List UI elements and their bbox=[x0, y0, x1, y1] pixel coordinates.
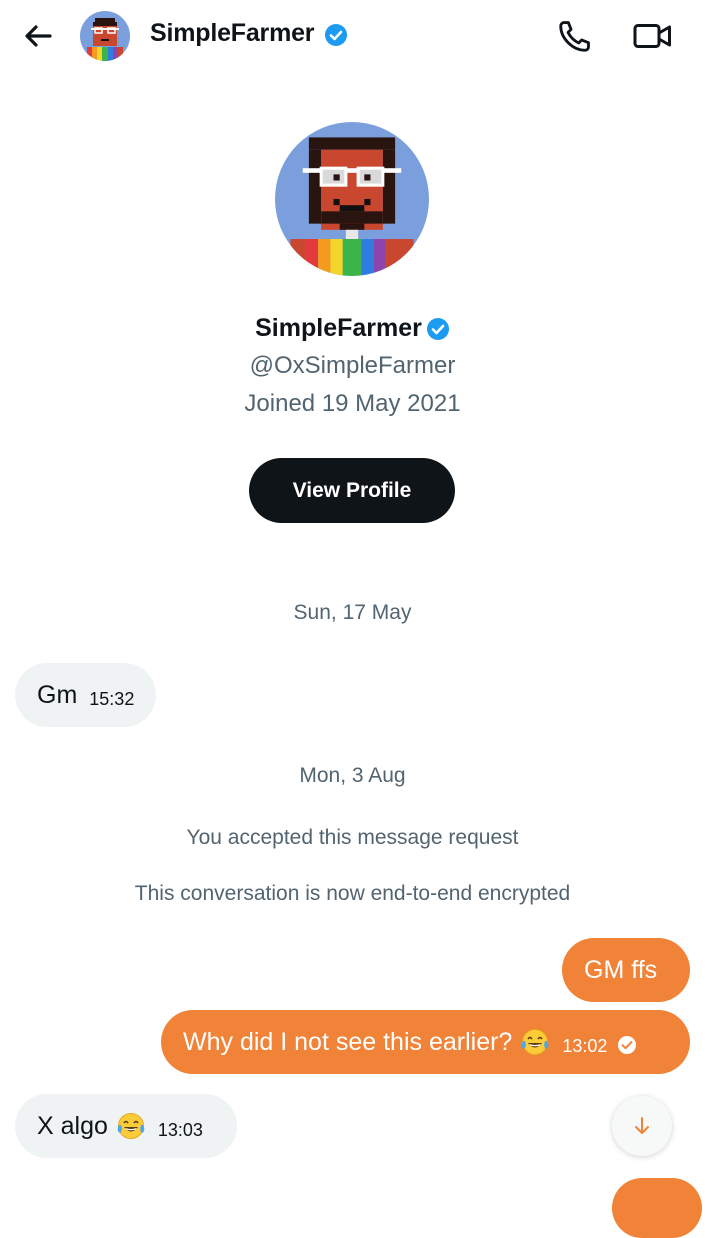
profile-name: SimpleFarmer bbox=[255, 314, 422, 342]
verified-badge-icon bbox=[426, 317, 449, 340]
message-timestamp: 13:02 bbox=[562, 1035, 608, 1056]
verified-badge-icon bbox=[325, 24, 347, 46]
profile-joined-date: Joined 19 May 2021 bbox=[244, 390, 461, 417]
arrow-down-icon bbox=[635, 1117, 649, 1134]
system-message: You accepted this message request bbox=[186, 826, 519, 849]
message-bubble-outgoing[interactable]: GM ffs bbox=[562, 938, 690, 1002]
arrow-left-icon bbox=[25, 25, 52, 47]
profile-name-row: SimpleFarmer bbox=[0, 314, 705, 343]
pixel-avatar-image bbox=[275, 122, 429, 276]
call-button[interactable] bbox=[556, 17, 594, 55]
message-text: Why did I not see this earlier? bbox=[183, 1027, 513, 1056]
message-bubble-incoming[interactable]: X algo 13:03 bbox=[15, 1094, 237, 1158]
date-separator: Mon, 3 Aug bbox=[299, 764, 406, 787]
read-check-icon bbox=[618, 1036, 637, 1054]
header-contact-name[interactable]: SimpleFarmer bbox=[150, 19, 315, 48]
system-message: This conversation is now end-to-end encr… bbox=[134, 882, 571, 905]
back-button[interactable] bbox=[20, 18, 56, 54]
profile-avatar[interactable] bbox=[275, 122, 429, 276]
message-bubble-incoming[interactable]: Gm 15:32 bbox=[15, 663, 157, 727]
message-bubble-outgoing-partial[interactable] bbox=[612, 1178, 702, 1238]
phone-icon bbox=[559, 21, 590, 52]
message-timestamp: 15:32 bbox=[89, 688, 135, 709]
view-profile-button[interactable]: View Profile bbox=[249, 458, 455, 523]
tears-of-joy-emoji bbox=[116, 1111, 146, 1141]
video-call-button[interactable] bbox=[632, 17, 674, 55]
message-text: GM ffs bbox=[584, 955, 658, 984]
message-bubble-outgoing[interactable]: Why did I not see this earlier? 13:02 bbox=[161, 1010, 690, 1074]
profile-handle: @OxSimpleFarmer bbox=[249, 352, 456, 379]
message-timestamp: 13:03 bbox=[157, 1119, 203, 1140]
scroll-to-bottom-button[interactable] bbox=[612, 1096, 672, 1156]
message-text: X algo bbox=[37, 1111, 108, 1140]
tears-of-joy-emoji bbox=[520, 1027, 550, 1057]
video-camera-icon bbox=[633, 24, 671, 48]
chat-header: SimpleFarmer bbox=[0, 0, 705, 72]
header-avatar[interactable] bbox=[80, 11, 130, 61]
pixel-avatar-image bbox=[80, 11, 130, 61]
message-text: Gm bbox=[37, 680, 78, 709]
date-separator: Sun, 17 May bbox=[293, 601, 412, 624]
